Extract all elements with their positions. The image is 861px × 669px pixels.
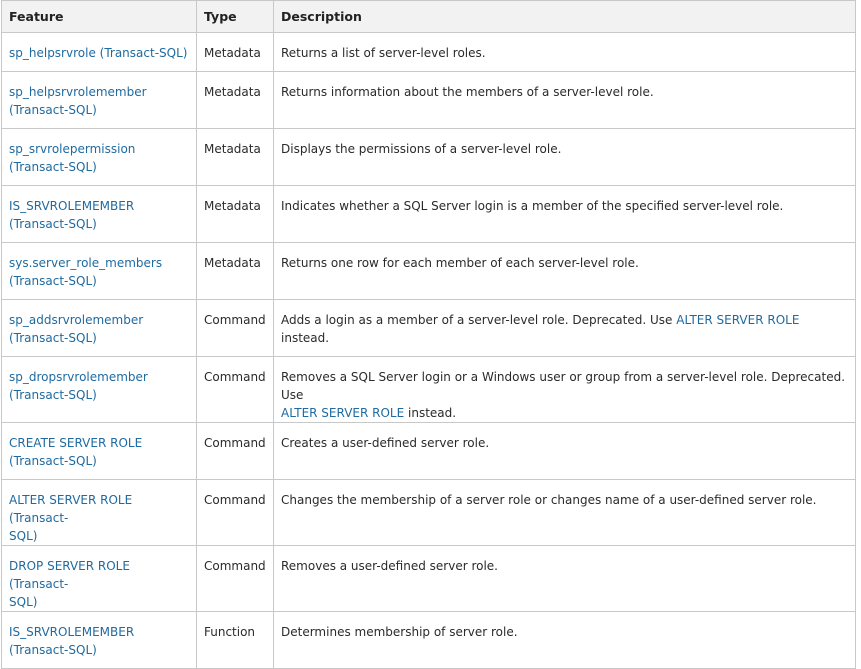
table-row: sp_srvrolepermission (Transact-SQL) Metad… bbox=[1, 128, 856, 186]
table-header-row: Feature Type Description bbox=[1, 0, 856, 33]
feature-link[interactable]: DROP SERVER ROLE (Transact- SQL) bbox=[9, 559, 130, 609]
header-feature: Feature bbox=[1, 0, 197, 33]
feature-link[interactable]: IS_SRVROLEMEMBER (Transact-SQL) bbox=[9, 625, 134, 657]
feature-cell: IS_SRVROLEMEMBER (Transact-SQL) bbox=[1, 611, 197, 669]
feature-link[interactable]: sp_addsrvrolemember (Transact-SQL) bbox=[9, 313, 143, 345]
type-cell: Metadata bbox=[196, 128, 274, 186]
feature-cell: sys.server_role_members (Transact-SQL) bbox=[1, 242, 197, 300]
feature-cell: DROP SERVER ROLE (Transact- SQL) bbox=[1, 545, 197, 612]
type-cell: Command bbox=[196, 356, 274, 423]
description-cell: Returns a list of server-level roles. bbox=[273, 32, 856, 72]
feature-link[interactable]: sp_helpsrvrolemember (Transact-SQL) bbox=[9, 85, 147, 117]
feature-cell: ALTER SERVER ROLE (Transact- SQL) bbox=[1, 479, 197, 546]
header-type: Type bbox=[196, 0, 274, 33]
description-cell: Removes a user-defined server role. bbox=[273, 545, 856, 612]
type-cell: Function bbox=[196, 611, 274, 669]
feature-cell: sp_srvrolepermission (Transact-SQL) bbox=[1, 128, 197, 186]
table-row: ALTER SERVER ROLE (Transact- SQL) Command… bbox=[1, 479, 856, 546]
feature-table: Feature Type Description sp_helpsrvrole … bbox=[1, 0, 856, 669]
type-cell: Command bbox=[196, 299, 274, 357]
table-row: CREATE SERVER ROLE (Transact-SQL) Command… bbox=[1, 422, 856, 480]
description-cell: Removes a SQL Server login or a Windows … bbox=[273, 356, 856, 423]
type-cell: Command bbox=[196, 479, 274, 546]
table-row: sp_helpsrvrole (Transact-SQL) Metadata R… bbox=[1, 32, 856, 72]
description-cell: Changes the membership of a server role … bbox=[273, 479, 856, 546]
feature-cell: sp_dropsrvrolemember (Transact-SQL) bbox=[1, 356, 197, 423]
alter-server-role-link[interactable]: ALTER SERVER ROLE bbox=[281, 406, 404, 420]
feature-cell: IS_SRVROLEMEMBER (Transact-SQL) bbox=[1, 185, 197, 243]
table-row: sys.server_role_members (Transact-SQL) Me… bbox=[1, 242, 856, 300]
type-cell: Command bbox=[196, 545, 274, 612]
feature-cell: sp_helpsrvrolemember (Transact-SQL) bbox=[1, 71, 197, 129]
type-cell: Command bbox=[196, 422, 274, 480]
feature-link[interactable]: sp_dropsrvrolemember (Transact-SQL) bbox=[9, 370, 148, 402]
description-cell: Creates a user-defined server role. bbox=[273, 422, 856, 480]
table-row: IS_SRVROLEMEMBER (Transact-SQL) Function … bbox=[1, 611, 856, 669]
description-cell: Returns information about the members of… bbox=[273, 71, 856, 129]
feature-link[interactable]: sp_srvrolepermission (Transact-SQL) bbox=[9, 142, 135, 174]
type-cell: Metadata bbox=[196, 242, 274, 300]
type-cell: Metadata bbox=[196, 185, 274, 243]
type-cell: Metadata bbox=[196, 32, 274, 72]
description-cell: Displays the permissions of a server-lev… bbox=[273, 128, 856, 186]
feature-link[interactable]: ALTER SERVER ROLE (Transact- SQL) bbox=[9, 493, 132, 543]
table-row: IS_SRVROLEMEMBER (Transact-SQL) Metadata … bbox=[1, 185, 856, 243]
feature-link[interactable]: sp_helpsrvrole (Transact-SQL) bbox=[9, 46, 187, 60]
table-row: sp_helpsrvrolemember (Transact-SQL) Metad… bbox=[1, 71, 856, 129]
feature-cell: CREATE SERVER ROLE (Transact-SQL) bbox=[1, 422, 197, 480]
feature-link[interactable]: IS_SRVROLEMEMBER (Transact-SQL) bbox=[9, 199, 134, 231]
table-row: DROP SERVER ROLE (Transact- SQL) Command … bbox=[1, 545, 856, 612]
table-row: sp_dropsrvrolemember (Transact-SQL) Comma… bbox=[1, 356, 856, 423]
description-cell: Indicates whether a SQL Server login is … bbox=[273, 185, 856, 243]
description-cell: Returns one row for each member of each … bbox=[273, 242, 856, 300]
feature-cell: sp_helpsrvrole (Transact-SQL) bbox=[1, 32, 197, 72]
type-cell: Metadata bbox=[196, 71, 274, 129]
feature-link[interactable]: sys.server_role_members (Transact-SQL) bbox=[9, 256, 162, 288]
feature-cell: sp_addsrvrolemember (Transact-SQL) bbox=[1, 299, 197, 357]
alter-server-role-link[interactable]: ALTER SERVER ROLE bbox=[676, 313, 799, 327]
header-description: Description bbox=[273, 0, 856, 33]
description-cell: Determines membership of server role. bbox=[273, 611, 856, 669]
description-cell: Adds a login as a member of a server-lev… bbox=[273, 299, 856, 357]
table-row: sp_addsrvrolemember (Transact-SQL) Comman… bbox=[1, 299, 856, 357]
feature-link[interactable]: CREATE SERVER ROLE (Transact-SQL) bbox=[9, 436, 142, 468]
